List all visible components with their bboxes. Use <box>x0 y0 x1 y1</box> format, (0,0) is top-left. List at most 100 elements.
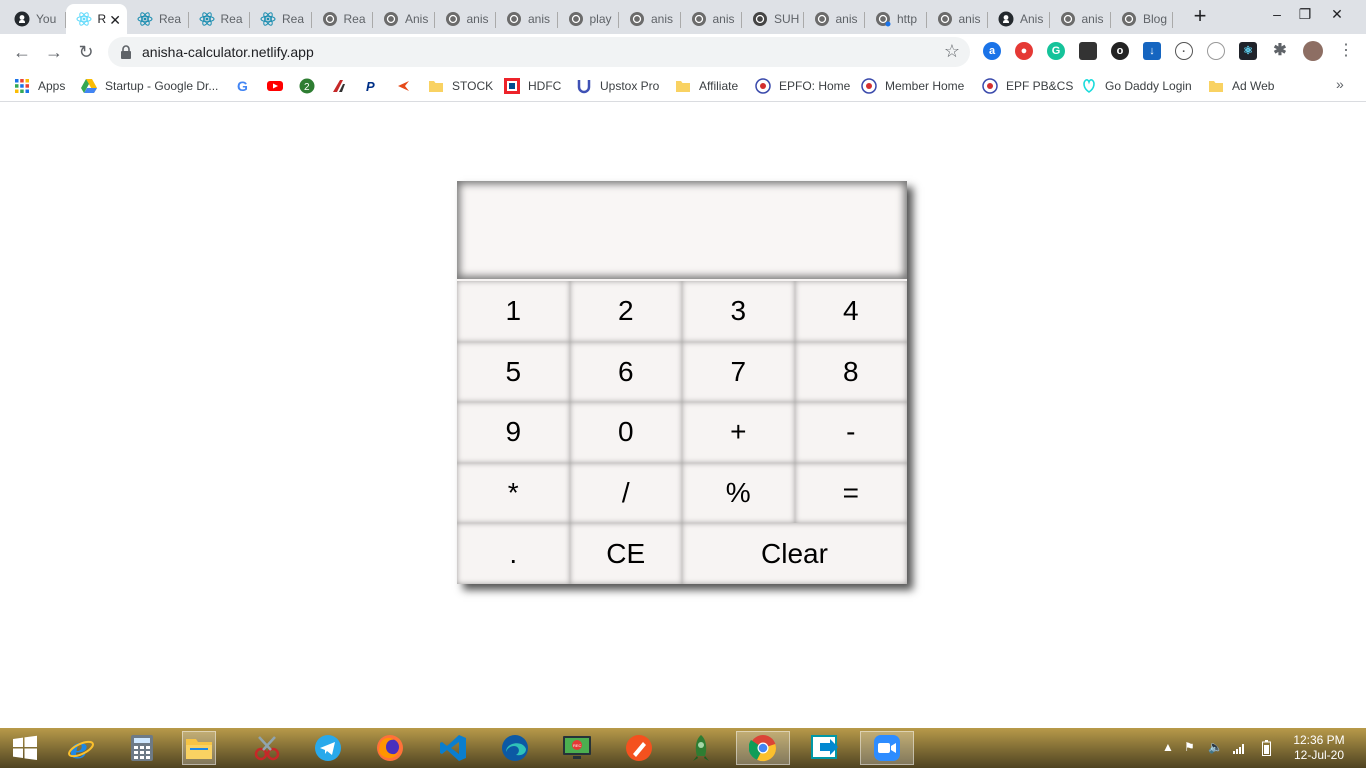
avatar[interactable] <box>1303 41 1323 61</box>
key-plus[interactable]: + <box>682 402 795 463</box>
kotak-icon[interactable] <box>395 78 411 94</box>
bookmark-affiliate[interactable]: Affiliate <box>675 76 738 96</box>
browser-tab[interactable]: Rea <box>189 4 251 34</box>
key-3[interactable]: 3 <box>682 281 795 342</box>
key-decimal[interactable]: . <box>457 523 570 584</box>
browser-tab[interactable]: Rea <box>250 4 312 34</box>
browser-tab[interactable]: SUH <box>742 4 804 34</box>
browser-tab[interactable]: You <box>4 4 66 34</box>
browser-tab[interactable]: anis <box>804 4 866 34</box>
extension-box-icon[interactable] <box>1079 42 1097 60</box>
key-percent[interactable]: % <box>682 462 795 524</box>
key-divide[interactable]: / <box>569 462 682 524</box>
browser-tab[interactable]: anis <box>1050 4 1112 34</box>
system-clock[interactable]: 12:36 PM 12-Jul-20 <box>1288 733 1350 763</box>
internet-explorer-icon[interactable]: e <box>64 731 98 765</box>
bookmark-epf[interactable]: EPF PB&CS <box>982 76 1073 96</box>
browser-tab[interactable]: anis <box>496 4 558 34</box>
clear-button[interactable]: Clear <box>682 523 907 584</box>
key-9[interactable]: 9 <box>457 402 570 463</box>
grammarly-icon[interactable]: G <box>1047 42 1065 60</box>
key-multiply[interactable]: * <box>457 462 570 524</box>
key-6[interactable]: 6 <box>569 341 682 403</box>
key-8[interactable]: 8 <box>794 341 907 403</box>
rocket-app-icon[interactable] <box>684 731 718 765</box>
key-2[interactable]: 2 <box>569 281 682 342</box>
bookmark-upstox[interactable]: Upstox Pro <box>576 76 659 96</box>
extension-adblock-icon[interactable]: ● <box>1015 42 1033 60</box>
signal-icon[interactable] <box>1233 742 1247 754</box>
minimize-icon[interactable]: – <box>1262 0 1292 30</box>
browser-tab[interactable]: Anis <box>988 4 1050 34</box>
show-hidden-icons-icon[interactable]: ▲ <box>1162 740 1174 754</box>
browser-tab[interactable]: play <box>558 4 620 34</box>
youtube-icon[interactable] <box>267 78 283 94</box>
windows-start-icon[interactable] <box>8 731 42 765</box>
close-window-icon[interactable]: ✕ <box>1322 0 1352 30</box>
browser-tab[interactable]: http <box>865 4 927 34</box>
download-extension-icon[interactable]: ↓ <box>1143 42 1161 60</box>
screen-recorder-icon[interactable]: REC <box>560 731 594 765</box>
battery-icon[interactable] <box>1262 740 1271 756</box>
epfo-icon <box>755 78 771 94</box>
key-0[interactable]: 0 <box>569 402 682 463</box>
chrome-icon[interactable] <box>736 731 790 765</box>
extension-a-icon[interactable]: a <box>983 42 1001 60</box>
clear-entry-button[interactable]: CE <box>569 523 682 584</box>
browser-tab[interactable]: anis <box>927 4 989 34</box>
firefox-icon[interactable] <box>373 731 407 765</box>
key-equals[interactable]: = <box>794 462 907 524</box>
edge-icon[interactable] <box>498 731 532 765</box>
browser-tab[interactable]: anis <box>435 4 497 34</box>
forward-arrow-icon[interactable]: → <box>42 40 66 64</box>
key-7[interactable]: 7 <box>682 341 795 403</box>
extension-hex-icon[interactable] <box>1207 42 1225 60</box>
back-arrow-icon[interactable]: ← <box>10 40 34 64</box>
zoom-icon[interactable] <box>860 731 914 765</box>
browser-tab[interactable]: Rea <box>312 4 374 34</box>
extension-circle-icon[interactable]: · <box>1175 42 1193 60</box>
extension-o-icon[interactable]: o <box>1111 42 1129 60</box>
key-5[interactable]: 5 <box>457 341 570 403</box>
key-minus[interactable]: - <box>794 402 907 463</box>
browser-tab[interactable]: anis <box>681 4 743 34</box>
reload-icon[interactable]: ↻ <box>74 40 98 64</box>
vscode-icon[interactable] <box>436 731 470 765</box>
telegram-icon[interactable] <box>311 731 345 765</box>
snipping-tool-icon[interactable] <box>250 731 284 765</box>
browser-tab[interactable]: Blog <box>1111 4 1173 34</box>
google-icon[interactable]: G <box>235 78 251 94</box>
bookmark-member[interactable]: Member Home <box>861 76 964 96</box>
browser-tab[interactable]: Anis <box>373 4 435 34</box>
sketch-pen-icon[interactable] <box>622 731 656 765</box>
axis-bank-icon[interactable] <box>331 78 347 94</box>
restore-icon[interactable]: ❐ <box>1290 0 1320 30</box>
bookmark-hdfc[interactable]: HDFC <box>504 76 561 96</box>
browser-tab[interactable]: Rea <box>127 4 189 34</box>
key-4[interactable]: 4 <box>794 281 907 342</box>
react-devtools-icon[interactable]: ⚛ <box>1239 42 1257 60</box>
menu-kebab-icon[interactable]: ⋮ <box>1338 42 1354 60</box>
extensions-puzzle-icon[interactable]: ✱ <box>1271 42 1289 60</box>
address-bar[interactable]: anisha-calculator.netlify.app ☆ <box>108 37 970 67</box>
bookmark-epfo[interactable]: EPFO: Home <box>755 76 850 96</box>
bookmark-adweb[interactable]: Ad Web <box>1208 76 1274 96</box>
bookmark-stock[interactable]: STOCK <box>428 76 493 96</box>
bookmark-startup[interactable]: Startup - Google Dr... <box>81 76 218 96</box>
zerodha-icon[interactable]: 2 <box>299 78 315 94</box>
close-icon[interactable]: ✕ <box>109 12 121 29</box>
new-tab-button[interactable]: + <box>1188 5 1212 29</box>
calculator-app-icon[interactable] <box>125 731 159 765</box>
browser-tab[interactable]: anis <box>619 4 681 34</box>
remote-share-icon[interactable] <box>808 731 842 765</box>
browser-tab-active[interactable]: R ✕ <box>65 4 127 34</box>
file-explorer-icon[interactable] <box>182 731 216 765</box>
key-1[interactable]: 1 <box>457 281 570 342</box>
volume-icon[interactable]: 🔈 <box>1208 740 1223 754</box>
bookmark-godaddy[interactable]: Go Daddy Login <box>1081 76 1192 96</box>
bookmark-apps[interactable]: Apps <box>14 76 65 96</box>
chevron-more-icon[interactable]: » <box>1336 76 1344 92</box>
paypal-icon[interactable]: P <box>363 78 379 94</box>
flag-icon[interactable]: ⚑ <box>1184 740 1195 754</box>
bookmark-star-icon[interactable]: ☆ <box>944 41 960 62</box>
